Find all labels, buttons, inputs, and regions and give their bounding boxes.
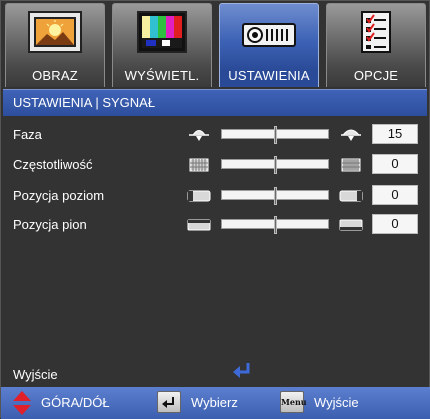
- display-color-bars-icon: [137, 11, 187, 53]
- setting-label: Częstotliwość: [13, 157, 93, 172]
- horizontal-position-right-icon[interactable]: [339, 189, 363, 203]
- picture-icon: [28, 11, 82, 53]
- frequency-decrease-icon[interactable]: [187, 158, 211, 172]
- setting-value: 0: [372, 185, 418, 205]
- tab-obraz[interactable]: OBRAZ: [5, 3, 105, 87]
- phase-slider[interactable]: [221, 126, 329, 144]
- setting-row-pozycja-poziom[interactable]: Pozycja poziom 0: [1, 184, 430, 208]
- up-down-arrows-icon: [13, 391, 31, 415]
- breadcrumb: USTAWIENIA | SYGNAŁ: [3, 89, 427, 116]
- tab-label: OPCJE: [353, 68, 399, 83]
- slider-knob[interactable]: [274, 126, 277, 144]
- setting-label: Pozycja poziom: [13, 188, 105, 203]
- horizontal-position-left-icon[interactable]: [187, 189, 211, 203]
- footer-bar: GÓRA/DÓŁ Wybierz Menu Wyjście: [1, 387, 430, 419]
- setting-row-pozycja-pion[interactable]: Pozycja pion 0: [1, 213, 430, 237]
- enter-key-icon: [157, 391, 181, 413]
- vertical-position-up-icon[interactable]: [339, 218, 363, 232]
- footer-exit-label: Wyjście: [314, 395, 359, 410]
- slider-knob[interactable]: [274, 216, 277, 234]
- tab-label: OBRAZ: [32, 68, 78, 83]
- frequency-increase-icon[interactable]: [339, 158, 363, 172]
- setting-value: 0: [372, 214, 418, 234]
- footer-nav-label: GÓRA/DÓŁ: [41, 395, 110, 410]
- menu-key-icon: Menu: [280, 391, 307, 413]
- setting-row-faza[interactable]: Faza 15: [1, 123, 430, 147]
- frequency-slider[interactable]: [221, 156, 329, 174]
- projector-icon: [242, 23, 296, 47]
- tab-label: USTAWIENIA: [228, 68, 310, 83]
- setting-label: Faza: [13, 127, 42, 142]
- tab-ustawienia[interactable]: USTAWIENIA: [219, 3, 319, 87]
- footer-select-label: Wybierz: [191, 395, 238, 410]
- osd-menu: OBRAZ WYŚWIETL. USTAWIENIA OPCJE USTAWIE…: [0, 0, 430, 419]
- setting-value: 15: [372, 124, 418, 144]
- checklist-icon: [361, 11, 391, 53]
- slider-knob[interactable]: [274, 156, 277, 174]
- tab-label: WYŚWIETL.: [124, 68, 200, 83]
- horizontal-position-slider[interactable]: [221, 187, 329, 205]
- phase-decrease-icon[interactable]: [187, 128, 211, 142]
- vertical-position-down-icon[interactable]: [187, 218, 211, 232]
- breadcrumb-label: USTAWIENIA | SYGNAŁ: [13, 95, 156, 110]
- setting-value: 0: [372, 154, 418, 174]
- tab-opcje[interactable]: OPCJE: [326, 3, 426, 87]
- tab-wyswietl[interactable]: WYŚWIETL.: [112, 3, 212, 87]
- tab-bar: OBRAZ WYŚWIETL. USTAWIENIA OPCJE: [5, 3, 427, 89]
- setting-label: Pozycja pion: [13, 217, 87, 232]
- slider-knob[interactable]: [274, 187, 277, 205]
- vertical-position-slider[interactable]: [221, 216, 329, 234]
- enter-icon[interactable]: [231, 361, 253, 379]
- phase-increase-icon[interactable]: [339, 128, 363, 142]
- exit-item[interactable]: Wyjście: [13, 367, 58, 382]
- setting-row-czestotliwosc[interactable]: Częstotliwość 0: [1, 153, 430, 177]
